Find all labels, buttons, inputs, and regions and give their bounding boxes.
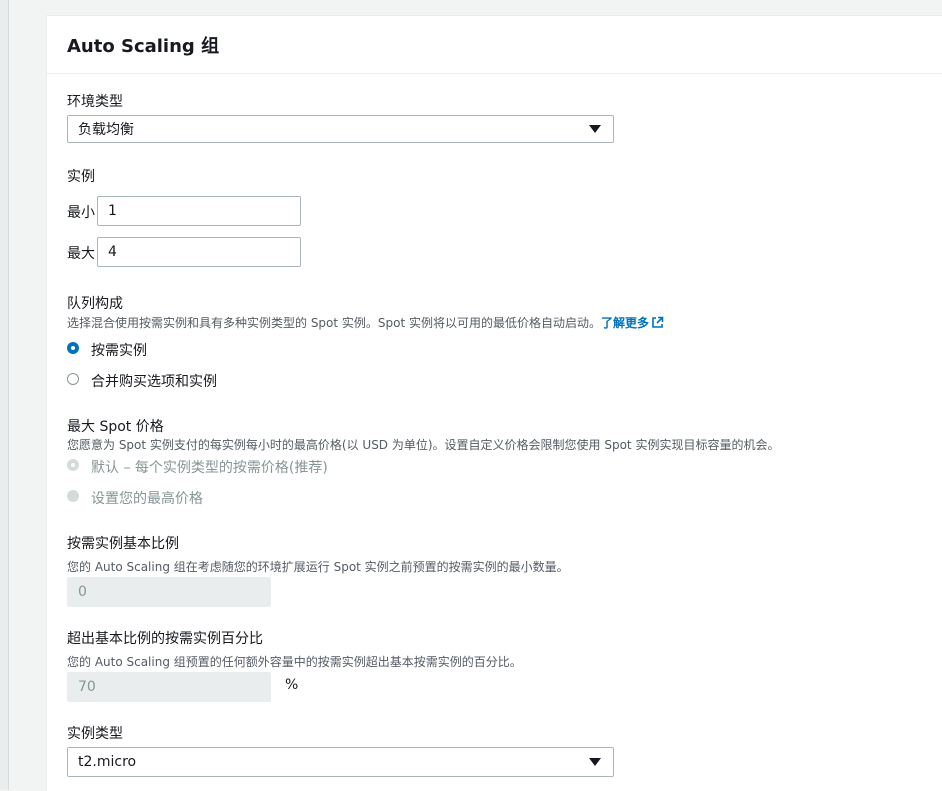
max-spot-price-label: 最大 Spot 价格 — [67, 419, 164, 435]
fleet-option-on-demand-radio[interactable] — [67, 342, 79, 354]
chevron-down-icon — [589, 125, 601, 133]
on-demand-base-label: 按需实例基本比例 — [67, 536, 179, 552]
max-instances-value: 4 — [108, 244, 117, 260]
instance-types-label: 实例类型 — [67, 726, 123, 742]
on-demand-percentage-description: 您的 Auto Scaling 组预置的任何额外容量中的按需实例超出基本按需实例… — [67, 655, 522, 669]
fleet-composition-description: 选择混合使用按需实例和具有多种实例类型的 Spot 实例。Spot 实例将以可用… — [67, 314, 927, 331]
on-demand-base-description: 您的 Auto Scaling 组在考虑随您的环境扩展运行 Spot 实例之前预… — [67, 560, 569, 574]
panel-header: Auto Scaling 组 — [47, 16, 942, 74]
auto-scaling-panel: Auto Scaling 组 环境类型 负载均衡 实例 最小 1 最大 4 队列… — [46, 15, 942, 791]
max-instances-label: 最大 — [67, 246, 95, 262]
left-rail — [0, 0, 9, 790]
spot-price-default-radio[interactable] — [67, 459, 79, 471]
learn-more-text: 了解更多 — [601, 316, 650, 330]
fleet-option-on-demand-label: 按需实例 — [91, 343, 147, 359]
on-demand-percentage-label: 超出基本比例的按需实例百分比 — [67, 631, 263, 647]
percent-unit: % — [285, 677, 299, 693]
spot-price-custom-label: 设置您的最高价格 — [91, 491, 203, 507]
on-demand-percentage-value: 70 — [78, 679, 96, 695]
instance-types-value: t2.micro — [78, 754, 137, 770]
environment-type-value: 负载均衡 — [78, 122, 134, 138]
panel-title: Auto Scaling 组 — [67, 35, 220, 57]
min-instances-label: 最小 — [67, 205, 95, 221]
min-instances-input[interactable]: 1 — [97, 196, 301, 226]
fleet-description-text: 选择混合使用按需实例和具有多种实例类型的 Spot 实例。Spot 实例将以可用… — [67, 316, 602, 330]
min-instances-value: 1 — [108, 203, 117, 219]
spot-price-default-label: 默认 – 每个实例类型的按需价格(推荐) — [91, 460, 328, 476]
on-demand-percentage-input[interactable]: 70 — [67, 672, 271, 702]
instance-types-select[interactable]: t2.micro — [67, 747, 614, 777]
chevron-down-icon — [589, 758, 601, 766]
on-demand-base-input[interactable]: 0 — [67, 577, 271, 607]
external-link-icon — [652, 316, 664, 328]
learn-more-link[interactable]: 了解更多 — [601, 316, 664, 330]
fleet-composition-label: 队列构成 — [67, 296, 123, 312]
spot-price-custom-radio[interactable] — [67, 490, 79, 502]
instances-label: 实例 — [67, 169, 95, 185]
max-instances-input[interactable]: 4 — [97, 237, 301, 267]
on-demand-base-value: 0 — [78, 584, 87, 600]
environment-type-label: 环境类型 — [67, 94, 123, 110]
max-spot-price-description: 您愿意为 Spot 实例支付的每实例每小时的最高价格(以 USD 为单位)。设置… — [67, 438, 780, 452]
environment-type-select[interactable]: 负载均衡 — [67, 115, 614, 143]
fleet-option-combined-label: 合并购买选项和实例 — [91, 374, 217, 390]
fleet-option-combined-radio[interactable] — [67, 373, 79, 385]
